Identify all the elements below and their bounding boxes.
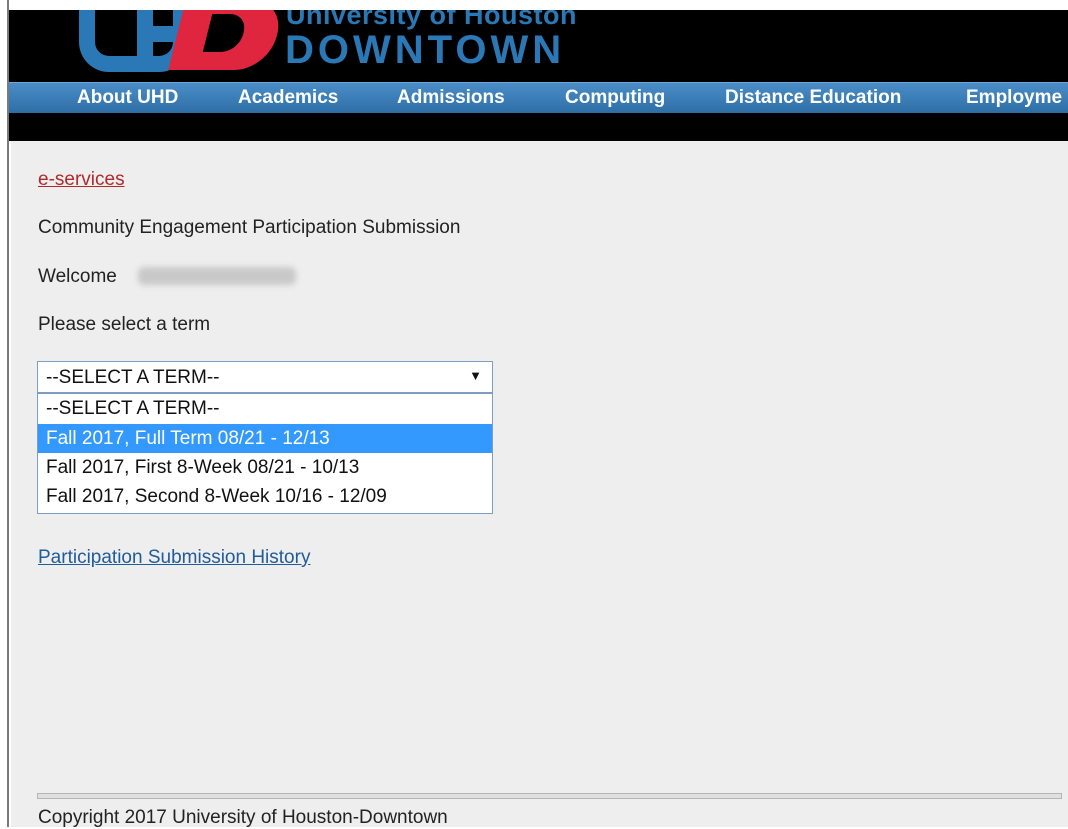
nav-item-employment[interactable]: Employme	[966, 87, 1062, 109]
term-dropdown-list: --SELECT A TERM-- Fall 2017, Full Term 0…	[37, 393, 493, 514]
eservices-link[interactable]: e-services	[38, 169, 125, 191]
term-option[interactable]: Fall 2017, First 8-Week 08/21 - 10/13	[38, 453, 492, 482]
nav-item-academics[interactable]: Academics	[238, 87, 338, 109]
participation-history-link[interactable]: Participation Submission History	[38, 547, 310, 569]
footer-divider	[37, 793, 1062, 799]
term-select[interactable]: --SELECT A TERM-- ▼	[37, 361, 493, 393]
dropdown-arrow-icon: ▼	[469, 368, 482, 383]
term-select-value: --SELECT A TERM--	[46, 367, 220, 388]
logo-downtown-text: DOWNTOWN	[285, 28, 566, 72]
term-option[interactable]: --SELECT A TERM--	[38, 394, 492, 423]
nav-item-admissions[interactable]: Admissions	[397, 87, 505, 109]
logo-letter-d	[168, 10, 286, 70]
nav-item-computing[interactable]: Computing	[565, 87, 665, 109]
redacted-username	[138, 267, 296, 285]
main-content: e-services Community Engagement Particip…	[11, 141, 1068, 828]
nav-item-about-uhd[interactable]: About UHD	[77, 87, 178, 109]
copyright-text: Copyright 2017 University of Houston-Dow…	[38, 807, 448, 828]
main-nav: About UHD Academics Admissions Computing…	[9, 82, 1068, 113]
nav-item-distance-education[interactable]: Distance Education	[725, 87, 901, 109]
term-option-highlighted[interactable]: Fall 2017, Full Term 08/21 - 12/13	[38, 424, 492, 453]
welcome-label: Welcome	[38, 266, 117, 287]
term-option[interactable]: Fall 2017, Second 8-Week 10/16 - 12/09	[38, 482, 492, 511]
term-prompt: Please select a term	[38, 314, 211, 335]
site-header: University of Houston DOWNTOWN About UHD…	[9, 10, 1068, 141]
page-heading: Community Engagement Participation Submi…	[38, 217, 461, 238]
uhd-logo[interactable]: University of Houston DOWNTOWN	[9, 10, 1068, 82]
